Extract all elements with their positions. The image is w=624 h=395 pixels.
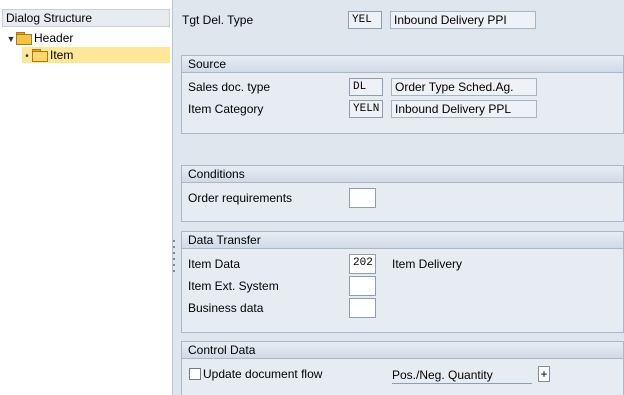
control-data-group: Control Data Update document flow Pos./N… xyxy=(181,341,624,395)
sales-doc-type-description: Order Type Sched.Ag. xyxy=(391,78,537,96)
item-category-label: Item Category xyxy=(188,102,264,116)
sales-doc-type-label: Sales doc. type xyxy=(188,80,271,94)
pos-neg-quantity-field[interactable]: + xyxy=(538,366,550,382)
data-transfer-group-title: Data Transfer xyxy=(182,232,623,249)
tree-node-label: Header xyxy=(34,31,74,45)
conditions-group-title: Conditions xyxy=(182,166,623,183)
source-group-title: Source xyxy=(182,56,623,73)
tree-node-label: Item xyxy=(50,48,74,62)
item-ext-system-label: Item Ext. System xyxy=(188,279,279,293)
item-data-input[interactable]: 202 xyxy=(349,254,376,274)
item-data-description: Item Delivery xyxy=(392,257,463,271)
update-document-flow-label: Update document flow xyxy=(203,367,323,381)
data-transfer-group: Data Transfer Item Data 202 Item Deliver… xyxy=(181,231,624,333)
item-category-description: Inbound Delivery PPL xyxy=(391,100,537,118)
item-category-field: YELN xyxy=(349,100,383,118)
tree-bullet-icon: • xyxy=(25,51,29,62)
business-data-input[interactable] xyxy=(349,298,376,318)
control-data-group-title: Control Data xyxy=(182,342,623,359)
sales-doc-type-field: DL xyxy=(349,78,383,96)
expand-triangle-icon[interactable]: ▼ xyxy=(6,31,16,47)
tree-node-header[interactable]: ▼ Header xyxy=(6,30,73,46)
dialog-structure-pane: Dialog Structure ▼ Header • Item xyxy=(0,0,173,395)
pos-neg-quantity-label: Pos./Neg. Quantity xyxy=(392,367,532,384)
update-document-flow-checkbox[interactable] xyxy=(189,368,201,380)
order-requirements-label: Order requirements xyxy=(188,191,293,205)
business-data-label: Business data xyxy=(188,301,264,315)
source-group: Source Sales doc. type DL Order Type Sch… xyxy=(181,55,624,134)
item-data-label: Item Data xyxy=(188,257,241,271)
tgt-del-type-description: Inbound Delivery PPI xyxy=(390,11,536,29)
tree-node-item[interactable]: • Item xyxy=(22,47,170,63)
folder-icon xyxy=(16,32,32,45)
dialog-structure-title: Dialog Structure xyxy=(2,9,170,27)
tgt-del-type-field: YEL xyxy=(348,11,382,29)
order-requirements-input[interactable] xyxy=(349,188,376,208)
folder-open-icon xyxy=(32,49,48,62)
detail-pane: Tgt Del. Type YEL Inbound Delivery PPI S… xyxy=(176,0,624,395)
tgt-del-type-label: Tgt Del. Type xyxy=(182,13,254,27)
item-ext-system-input[interactable] xyxy=(349,276,376,296)
conditions-group: Conditions Order requirements xyxy=(181,165,624,222)
